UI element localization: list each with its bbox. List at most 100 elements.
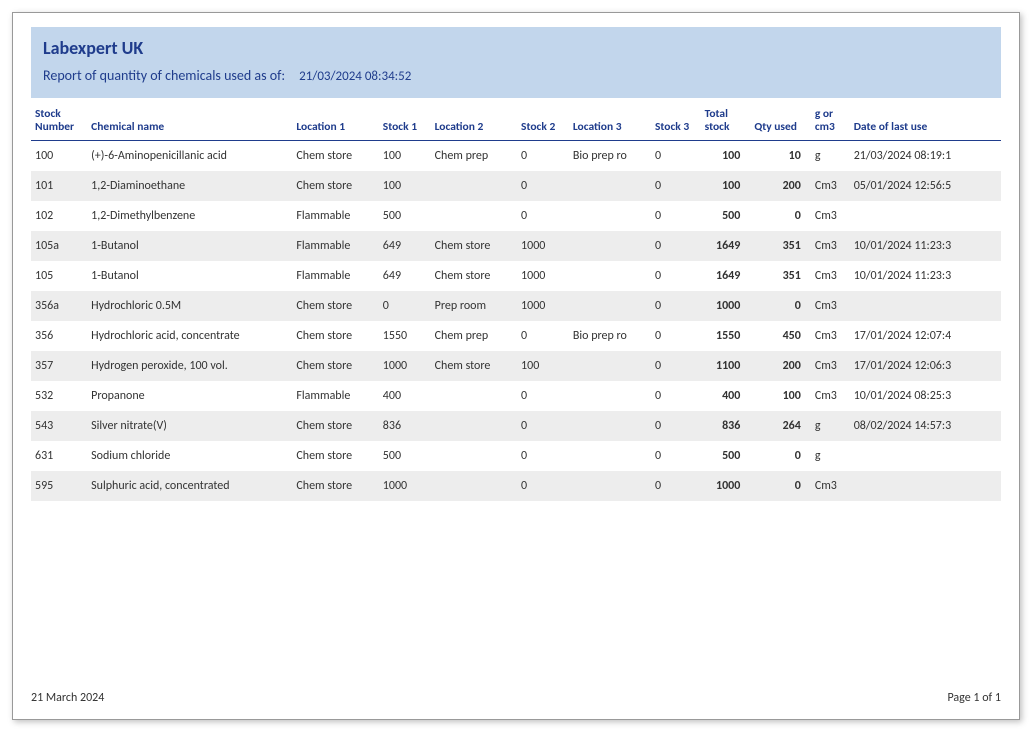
cell-loc1: Chem store [292,411,378,441]
cell-stocknum: 101 [31,171,87,201]
table-row: 1011,2-DiaminoethaneChem store1000010020… [31,171,1001,201]
cell-stk1: 649 [379,231,431,261]
cell-name: Hydrochloric acid, concentrate [87,321,292,351]
cell-qty: 0 [750,291,810,321]
report-asof-timestamp: 21/03/2024 08:34:52 [299,69,411,84]
cell-date: 21/03/2024 08:19:1 [850,141,1001,172]
cell-qty: 100 [750,381,810,411]
table-row: 105a1-ButanolFlammable649Chem store10000… [31,231,1001,261]
cell-stk3: 0 [651,441,701,471]
cell-stk1: 100 [379,141,431,172]
cell-total: 836 [701,411,751,441]
footer-page: Page 1 of 1 [947,691,1001,705]
cell-total: 500 [701,201,751,231]
cell-loc1: Chem store [292,291,378,321]
cell-qty: 351 [750,231,810,261]
cell-date: 05/01/2024 12:56:5 [850,171,1001,201]
cell-loc1: Chem store [292,471,378,501]
col-location1: Location 1 [292,104,378,141]
table-body: 100(+)-6-Aminopenicillanic acidChem stor… [31,141,1001,502]
report-subtitle-row: Report of quantity of chemicals used as … [43,67,989,84]
cell-loc2: Chem prep [431,321,517,351]
cell-total: 400 [701,381,751,411]
cell-loc2 [431,201,517,231]
col-unit: g or cm3 [811,104,850,141]
cell-qty: 450 [750,321,810,351]
table-row: 356Hydrochloric acid, concentrateChem st… [31,321,1001,351]
cell-loc1: Flammable [292,201,378,231]
cell-loc2 [431,411,517,441]
table-row: 532PropanoneFlammable40000400100Cm310/01… [31,381,1001,411]
cell-qty: 0 [750,201,810,231]
cell-loc3: Bio prep ro [569,321,651,351]
cell-total: 1000 [701,471,751,501]
cell-qty: 200 [750,171,810,201]
table-row: 1051-ButanolFlammable649Chem store100001… [31,261,1001,291]
cell-unit: Cm3 [811,351,850,381]
cell-loc1: Chem store [292,171,378,201]
report-title: Labexpert UK [43,37,989,59]
cell-loc2 [431,381,517,411]
cell-stk3: 0 [651,141,701,172]
cell-stk3: 0 [651,321,701,351]
cell-loc2: Chem store [431,351,517,381]
cell-loc3 [569,471,651,501]
table-row: 356aHydrochloric 0.5MChem store0Prep roo… [31,291,1001,321]
cell-unit: Cm3 [811,231,850,261]
table-row: 100(+)-6-Aminopenicillanic acidChem stor… [31,141,1001,172]
cell-stk1: 1000 [379,471,431,501]
cell-date [850,471,1001,501]
table-header: Stock Number Chemical name Location 1 St… [31,104,1001,141]
cell-stk2: 0 [517,381,569,411]
cell-name: Hydrochloric 0.5M [87,291,292,321]
cell-unit: Cm3 [811,171,850,201]
col-stock1: Stock 1 [379,104,431,141]
cell-stk3: 0 [651,351,701,381]
cell-stk3: 0 [651,231,701,261]
cell-qty: 10 [750,141,810,172]
cell-stk1: 649 [379,261,431,291]
cell-stocknum: 102 [31,201,87,231]
cell-stk1: 500 [379,201,431,231]
col-location2: Location 2 [431,104,517,141]
cell-date: 08/02/2024 14:57:3 [850,411,1001,441]
cell-stk2: 0 [517,441,569,471]
cell-total: 1550 [701,321,751,351]
cell-name: 1,2-Dimethylbenzene [87,201,292,231]
cell-loc1: Flammable [292,231,378,261]
cell-loc2 [431,441,517,471]
table-row: 595Sulphuric acid, concentratedChem stor… [31,471,1001,501]
cell-unit: g [811,411,850,441]
cell-stk3: 0 [651,411,701,441]
report-header: Labexpert UK Report of quantity of chemi… [31,27,1001,98]
report-subtitle: Report of quantity of chemicals used as … [43,67,285,84]
cell-stk3: 0 [651,291,701,321]
cell-name: Hydrogen peroxide, 100 vol. [87,351,292,381]
cell-name: (+)-6-Aminopenicillanic acid [87,141,292,172]
cell-loc3 [569,351,651,381]
cell-qty: 0 [750,441,810,471]
cell-unit: Cm3 [811,381,850,411]
cell-stocknum: 543 [31,411,87,441]
cell-stk2: 1000 [517,231,569,261]
cell-stk1: 1000 [379,351,431,381]
cell-stk3: 0 [651,381,701,411]
cell-loc3 [569,411,651,441]
cell-stk1: 0 [379,291,431,321]
cell-total: 500 [701,441,751,471]
cell-stocknum: 105a [31,231,87,261]
cell-loc3 [569,261,651,291]
table-row: 1021,2-DimethylbenzeneFlammable500005000… [31,201,1001,231]
table-row: 357Hydrogen peroxide, 100 vol.Chem store… [31,351,1001,381]
cell-stk3: 0 [651,471,701,501]
cell-total: 1649 [701,261,751,291]
cell-stk3: 0 [651,261,701,291]
cell-stocknum: 595 [31,471,87,501]
cell-loc1: Chem store [292,321,378,351]
cell-loc2: Chem store [431,231,517,261]
cell-stk3: 0 [651,201,701,231]
col-qty-used: Qty used [750,104,810,141]
cell-name: Sulphuric acid, concentrated [87,471,292,501]
cell-unit: g [811,141,850,172]
cell-stocknum: 631 [31,441,87,471]
